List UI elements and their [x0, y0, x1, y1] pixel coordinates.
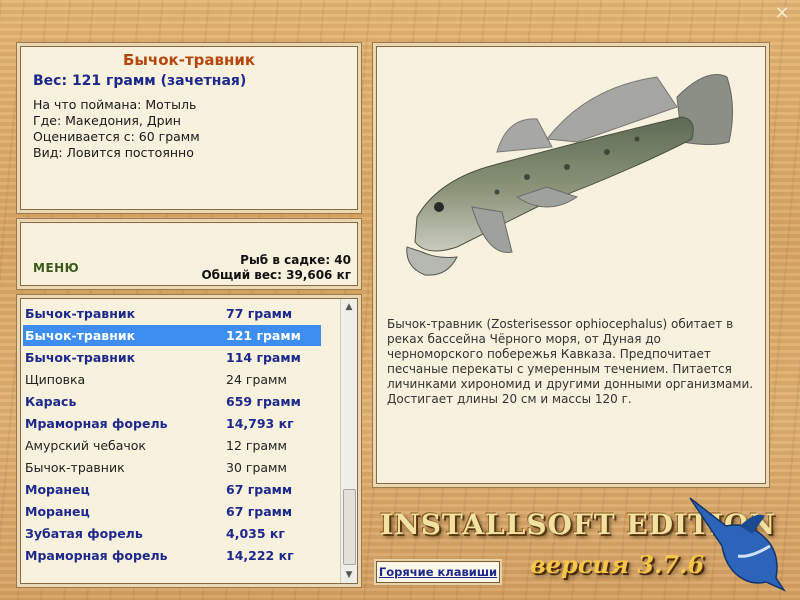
catch-row[interactable]: Моранец 67 грамм [23, 479, 321, 500]
catch-row-weight: 4,035 кг [226, 526, 285, 541]
catch-row-name: Моранец [25, 482, 90, 497]
catch-summary: Рыб в садке: 40 Общий вес: 39,606 кг [201, 253, 351, 283]
catch-row[interactable]: Щиповка 24 грамм [23, 369, 321, 390]
catch-row-weight: 30 грамм [226, 460, 287, 475]
catch-row[interactable]: Моранец 67 грамм [23, 501, 321, 522]
fish-image [406, 74, 734, 276]
catch-row[interactable]: Амурский чебачок 12 грамм [23, 435, 321, 456]
hotkeys-button[interactable]: Горячие клавиши [376, 561, 500, 583]
scroll-down-icon[interactable]: ▼ [341, 567, 357, 583]
fish-weight: Вес: 121 грамм (зачетная) [33, 73, 247, 89]
catch-row-name: Карась [25, 394, 77, 409]
catch-row-weight: 114 грамм [226, 350, 301, 365]
catch-row-weight: 67 грамм [226, 482, 293, 497]
catch-row-weight: 659 грамм [226, 394, 301, 409]
fish-picture-panel: Бычок-травник (Zosterisessor ophiocephal… [376, 46, 766, 484]
bait-line: На что поймана: Мотыль [33, 97, 197, 112]
catch-row[interactable]: Бычок-травник 121 грамм [23, 325, 321, 346]
fish-count: Рыб в садке: 40 [240, 253, 351, 267]
frequency-line: Вид: Ловится постоянно [33, 145, 194, 160]
catch-row-name: Моранец [25, 504, 90, 519]
catch-row-weight: 77 грамм [226, 306, 293, 321]
catch-row[interactable]: Бычок-травник 77 грамм [23, 303, 321, 324]
catch-row-weight: 14,222 кг [226, 548, 294, 563]
catch-list[interactable]: Бычок-травник 77 грамм Бычок-травник 121 гр… [20, 298, 358, 584]
version-label: версия 3.7.6 [530, 550, 705, 579]
scrollbar[interactable]: ▲ ▼ [340, 299, 357, 583]
catch-row-name: Мраморная форель [25, 548, 168, 563]
scroll-up-icon[interactable]: ▲ [341, 299, 357, 315]
catch-row-name: Бычок-травник [25, 306, 136, 321]
location-line: Где: Македония, Дрин [33, 113, 181, 128]
catch-row-weight: 24 грамм [226, 372, 287, 387]
catch-row-name: Щиповка [25, 372, 86, 387]
catch-row[interactable]: Карась 659 грамм [23, 391, 321, 412]
close-icon[interactable]: ✕ [774, 5, 790, 23]
catch-row-name: Мраморная форель [25, 416, 168, 431]
catch-row[interactable]: Бычок-травник 30 грамм [23, 457, 321, 478]
catch-row-name: Бычок-травник [25, 460, 125, 475]
catch-row-name: Бычок-травник [25, 328, 136, 343]
catch-row[interactable]: Мраморная форель 14,793 кг [23, 413, 321, 434]
catch-row-name: Бычок-травник [25, 350, 136, 365]
fish-info-panel: Бычок-травник Вес: 121 грамм (зачетная) … [20, 46, 358, 210]
catch-row[interactable]: Бычок-травник 114 грамм [23, 347, 321, 368]
catch-row-weight: 67 грамм [226, 504, 293, 519]
menu-button[interactable]: МЕНЮ [33, 261, 79, 275]
stats-panel: МЕНЮ Рыб в садке: 40 Общий вес: 39,606 к… [20, 222, 358, 286]
fish-details: На что поймана: Мотыль Где: Македония, Д… [33, 97, 357, 161]
catch-row-name: Амурский чебачок [25, 438, 146, 453]
catch-row-weight: 14,793 кг [226, 416, 294, 431]
threshold-line: Оценивается с: 60 грамм [33, 129, 200, 144]
catch-row[interactable]: Зубатая форель 4,035 кг [23, 523, 321, 544]
total-weight: Общий вес: 39,606 кг [201, 268, 351, 282]
catch-row[interactable]: Мраморная форель 14,222 кг [23, 545, 321, 566]
catch-row-weight: 121 грамм [226, 328, 301, 343]
fish-title: Бычок-травник [122, 51, 256, 69]
catch-row-weight: 12 грамм [226, 438, 287, 453]
scroll-thumb[interactable] [343, 489, 356, 565]
fish-description: Бычок-травник (Zosterisessor ophiocephal… [387, 317, 754, 406]
marlin-icon [689, 497, 787, 592]
catch-row-name: Зубатая форель [25, 526, 143, 541]
